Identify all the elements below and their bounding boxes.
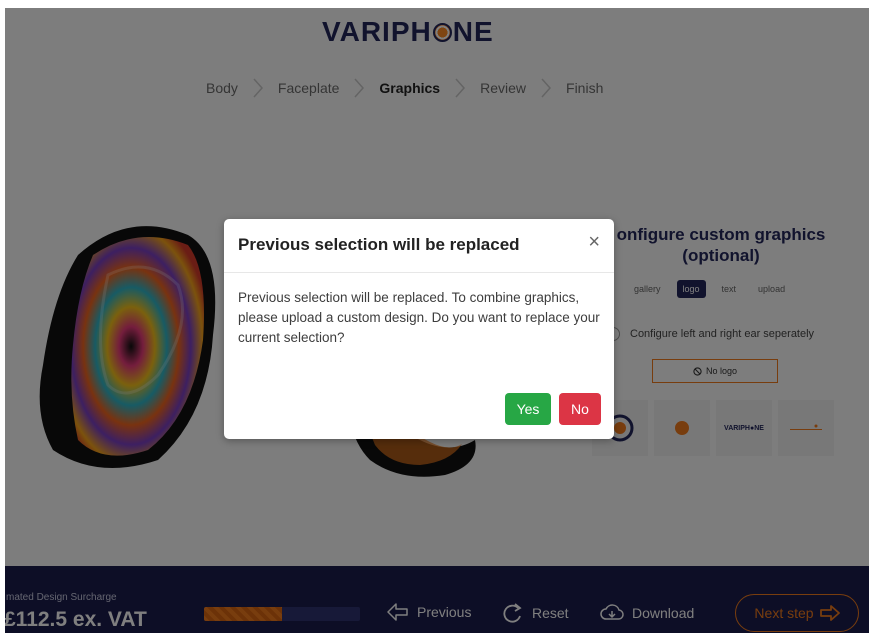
- screenshot-border-top: [0, 0, 875, 8]
- dialog-message: Previous selection will be replaced. To …: [238, 290, 600, 345]
- close-icon[interactable]: ×: [588, 232, 600, 252]
- screenshot-border-left: [0, 0, 5, 633]
- no-button[interactable]: No: [559, 393, 601, 425]
- yes-button[interactable]: Yes: [505, 393, 551, 425]
- dialog-title: Previous selection will be replaced: [238, 235, 520, 254]
- replace-selection-dialog: Previous selection will be replaced × Pr…: [224, 219, 614, 439]
- screenshot-border-right: [869, 0, 875, 633]
- dialog-header: Previous selection will be replaced ×: [224, 219, 614, 273]
